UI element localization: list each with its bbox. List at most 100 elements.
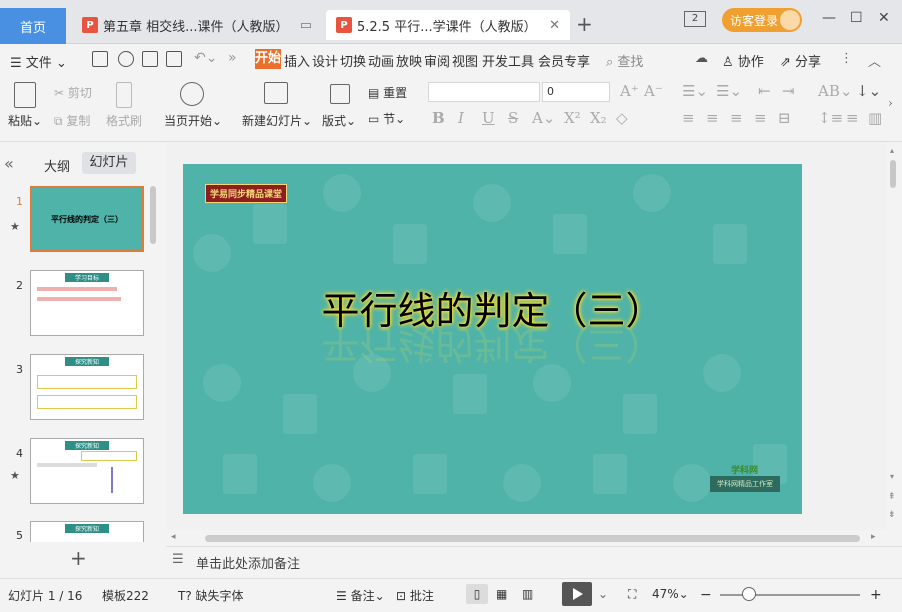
bold-icon[interactable]: B [432, 109, 445, 127]
tab-outline[interactable]: 大纲 [44, 156, 70, 175]
menu-tab-insert[interactable]: 插入 [284, 51, 310, 70]
search-box[interactable]: ⌕ 查找 [606, 51, 643, 70]
zoom-slider-handle[interactable] [742, 587, 756, 601]
increase-indent-icon[interactable]: ⇥ [782, 82, 795, 100]
scroll-up-icon[interactable]: ▴ [890, 146, 894, 155]
align-right-icon[interactable]: ≡ [730, 109, 743, 127]
italic-icon[interactable]: I [458, 109, 464, 127]
panel-scrollbar[interactable] [150, 186, 156, 244]
menu-tab-member[interactable]: 会员专享 [538, 51, 590, 70]
normal-view-icon[interactable]: ▯ [466, 584, 488, 604]
menu-tab-slideshow[interactable]: 放映 [396, 51, 422, 70]
play-from-current-icon[interactable] [180, 82, 204, 106]
slide-thumb-2[interactable]: 学习目标 [30, 270, 144, 336]
reading-view-icon[interactable]: ▥ [522, 587, 533, 601]
more-icon[interactable]: » [228, 50, 237, 66]
decrease-indent-icon[interactable]: ⇤ [758, 82, 771, 100]
superscript-icon[interactable]: X² [564, 109, 581, 127]
zoom-out-icon[interactable]: − [700, 587, 712, 603]
layout-icon[interactable] [330, 84, 350, 104]
align-center-icon[interactable]: ≡ [706, 109, 719, 127]
font-name-select[interactable] [428, 82, 540, 102]
menu-tab-animation[interactable]: 动画 [368, 51, 394, 70]
scroll-right-icon[interactable]: ▸ [871, 532, 876, 542]
close-icon[interactable]: ✕ [549, 18, 560, 33]
vertical-scrollbar[interactable]: ▴ ▾ ⇞ ⇟ [886, 142, 902, 530]
missing-font-button[interactable]: T? 缺失字体 [178, 587, 244, 604]
prev-slide-icon[interactable]: ⇞ [888, 492, 896, 502]
comments-button[interactable]: ⊡ 批注 [396, 587, 434, 604]
add-slide-icon[interactable]: + [70, 546, 87, 570]
print-icon[interactable] [142, 51, 158, 67]
play-options-icon[interactable]: ⌄ [598, 587, 608, 601]
maximize-icon[interactable]: ☐ [850, 10, 863, 26]
font-color-icon[interactable]: A⌄ [532, 109, 555, 127]
slide-canvas[interactable]: 学易同步精品课堂 平行线的判定（三） 平行线的判定（三） 学科网 学科网精品工作… [183, 164, 802, 514]
play-slideshow-button[interactable] [562, 582, 592, 606]
cut-button[interactable]: ✂ 剪切 [54, 84, 92, 101]
align-left-icon[interactable]: ≡ [682, 109, 695, 127]
new-slide-icon[interactable] [264, 82, 288, 104]
new-slide-button[interactable]: 新建幻灯片⌄ [242, 112, 312, 129]
clear-format-icon[interactable]: ◇ [616, 109, 628, 127]
minimize-icon[interactable]: — [822, 10, 836, 26]
print-preview-icon[interactable] [166, 51, 182, 67]
menu-tab-start[interactable]: 开始 [255, 49, 281, 69]
numbering-icon[interactable]: ☰⌄ [716, 82, 742, 100]
subscript-icon[interactable]: X₂ [590, 109, 607, 127]
distribute-icon[interactable]: ⊟ [778, 109, 791, 127]
share-button[interactable]: ⇗ 分享 [780, 51, 821, 70]
horizontal-scrollbar[interactable] [205, 535, 860, 542]
more-options-icon[interactable]: ⋮ [840, 51, 853, 66]
menu-tab-view[interactable]: 视图 [452, 51, 478, 70]
strikethrough-icon[interactable]: S [508, 109, 518, 127]
collab-button[interactable]: ♙ 协作 [722, 51, 764, 70]
justify-icon[interactable]: ≡ [754, 109, 767, 127]
sort-icon[interactable]: ↓⌄ [856, 82, 881, 100]
underline-icon[interactable]: U [482, 109, 495, 127]
reset-button[interactable]: ▤ 重置 [368, 84, 407, 101]
paste-icon[interactable] [14, 82, 36, 108]
layout-button[interactable]: 版式⌄ [322, 112, 356, 129]
ribbon-scroll-right-icon[interactable]: › [888, 96, 893, 110]
slide-thumb-4[interactable]: 探究新知 [30, 438, 144, 504]
play-from-current-button[interactable]: 当页开始⌄ [164, 112, 222, 129]
bullets-icon[interactable]: ☰⌄ [682, 82, 708, 100]
slide-thumb-3[interactable]: 探究新知 [30, 354, 144, 420]
increase-font-icon[interactable]: A⁺ [620, 82, 639, 100]
tab-document-2[interactable]: P 5.2.5 平行...学课件（人教版） ✕ [326, 10, 570, 40]
notes-toggle[interactable]: ☰ 备注⌄ [336, 587, 385, 604]
undo-icon[interactable]: ↶⌄ [194, 50, 217, 66]
scroll-left-icon[interactable]: ◂ [171, 532, 176, 542]
font-size-select[interactable]: 0 [542, 82, 610, 102]
menu-tab-design[interactable]: 设计 [312, 51, 338, 70]
file-menu[interactable]: ☰ 文件 ⌄ [10, 52, 67, 71]
menu-tab-developer[interactable]: 开发工具 [482, 51, 534, 70]
scroll-down-icon[interactable]: ▾ [890, 472, 894, 481]
copy-button[interactable]: ⧉ 复制 [54, 112, 90, 129]
line-spacing-icon[interactable]: ↕≡ [818, 109, 843, 127]
window-count-badge[interactable]: 2 [684, 11, 706, 27]
login-button[interactable]: 访客登录 [722, 8, 802, 32]
text-direction-icon[interactable]: AB⌄ [818, 82, 852, 100]
format-painter-button[interactable]: 格式刷 [106, 112, 142, 129]
slide-thumb-1[interactable]: 平行线的判定（三） [30, 186, 144, 252]
fit-window-icon[interactable]: ⛶ [628, 587, 636, 602]
template-name[interactable]: 模板222 [102, 587, 149, 604]
tab-home[interactable]: 首页 [0, 8, 66, 44]
tab-document-1[interactable]: P 第五章 相交线...课件（人教版） ▭ [72, 10, 322, 40]
zoom-in-icon[interactable]: + [870, 587, 882, 603]
paste-button[interactable]: 粘贴⌄ [8, 112, 42, 129]
collapse-panel-icon[interactable]: « [4, 154, 14, 173]
new-tab-button[interactable]: + [576, 12, 593, 36]
para-spacing-icon[interactable]: ≡ [846, 109, 859, 127]
tab-slides[interactable]: 幻灯片 [82, 152, 136, 174]
next-slide-icon[interactable]: ⇟ [888, 510, 896, 520]
zoom-level[interactable]: 47%⌄ [652, 587, 689, 601]
format-painter-icon[interactable] [116, 82, 132, 108]
cloud-icon[interactable]: ☁ [695, 51, 708, 66]
slide-thumb-5[interactable]: 探究新知 [30, 521, 144, 542]
decrease-font-icon[interactable]: A⁻ [644, 82, 663, 100]
notes-area[interactable]: ☰ 单击此处添加备注 [166, 546, 902, 574]
collapse-ribbon-icon[interactable]: ︿ [868, 51, 881, 70]
